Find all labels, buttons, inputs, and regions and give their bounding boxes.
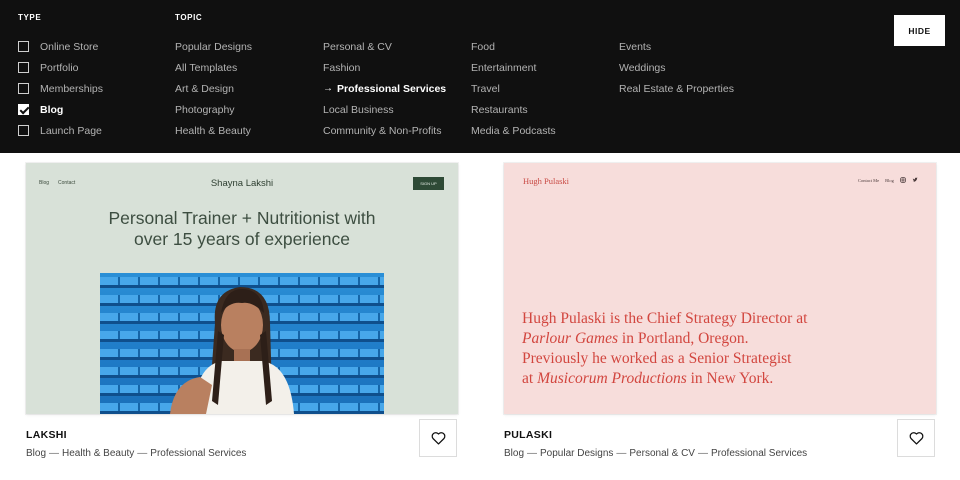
preview-nav-link: Contact Me (858, 177, 880, 183)
preview-bio-text: Hugh Pulaski is the Chief Strategy Direc… (522, 309, 852, 389)
topic-link-label: Professional Services (337, 82, 447, 95)
hide-filters-button[interactable]: HIDE (894, 15, 945, 46)
preview-bio-line: at Musicorum Productions in New York. (522, 369, 852, 389)
tag-separator: — (49, 448, 60, 459)
preview-bio-line: Previously he worked as a Senior Strateg… (522, 350, 792, 367)
arrow-right-icon: → (323, 83, 333, 94)
template-tag[interactable]: Personal & CV (629, 448, 695, 459)
type-heading: TYPE (18, 13, 42, 22)
template-tag[interactable]: Blog (26, 448, 46, 459)
template-name[interactable]: PULASKI (504, 429, 552, 441)
preview-headline-line: over 15 years of experience (134, 229, 350, 249)
template-tag[interactable]: Popular Designs (540, 448, 613, 459)
template-preview-pulaski[interactable]: Hugh Pulaski Contact Me Blog Hugh Pulask… (504, 163, 936, 414)
topic-column-1: Popular Designs All Templates Art & Desi… (175, 36, 252, 141)
preview-bio-line: Parlour Games in Portland, Oregon. (522, 329, 852, 349)
topic-column-4: Events Weddings Real Estate & Properties (619, 36, 734, 99)
preview-brand: Shayna Lakshi (210, 178, 274, 189)
heart-icon (431, 432, 445, 445)
topic-link[interactable]: Popular Designs (175, 36, 252, 57)
type-filter-blog[interactable]: Blog (18, 99, 103, 120)
heart-icon (909, 432, 923, 445)
checkbox[interactable] (18, 41, 29, 52)
template-tags: Blog — Popular Designs — Personal & CV — Profe… (504, 448, 807, 459)
tag-separator: — (527, 448, 538, 459)
topic-link[interactable]: Food (471, 36, 556, 57)
topic-link[interactable]: Community & Non-Profits (323, 120, 446, 141)
preview-bio-company: Parlour Games (522, 330, 619, 347)
type-filter-online-store[interactable]: Online Store (18, 36, 103, 57)
topic-link[interactable]: Photography (175, 99, 252, 120)
template-tag[interactable]: Blog (504, 448, 524, 459)
preview-brand: Hugh Pulaski (523, 176, 570, 186)
topic-heading: TOPIC (175, 13, 203, 22)
type-filter-list: Online Store Portfolio Memberships Blog … (18, 36, 103, 141)
checkbox[interactable] (18, 62, 29, 73)
checkbox[interactable] (18, 83, 29, 94)
instagram-icon (900, 177, 906, 183)
type-filter-label: Blog (40, 103, 64, 116)
topic-link[interactable]: Events (619, 36, 734, 57)
topic-link[interactable]: Travel (471, 78, 556, 99)
topic-link[interactable]: Personal & CV (323, 36, 446, 57)
favorite-button[interactable] (419, 419, 457, 457)
topic-column-3: Food Entertainment Travel Restaurants Me… (471, 36, 556, 141)
topic-column-2: Personal & CV Fashion → Professional Ser… (323, 36, 446, 141)
topic-link[interactable]: Fashion (323, 57, 446, 78)
person-illustration (170, 287, 294, 414)
tag-separator: — (697, 448, 708, 459)
topic-link[interactable]: Entertainment (471, 57, 556, 78)
type-filter-label: Portfolio (40, 61, 79, 74)
topic-link[interactable]: All Templates (175, 57, 252, 78)
preview-bio-company: Musicorum Productions (537, 370, 687, 387)
topic-link[interactable]: Media & Podcasts (471, 120, 556, 141)
tag-separator: — (616, 448, 627, 459)
topic-link[interactable]: Weddings (619, 57, 734, 78)
preview-signup-button: SIGN UP (413, 177, 444, 190)
preview-headline: Personal Trainer + Nutritionist with ove… (66, 208, 418, 250)
type-filter-memberships[interactable]: Memberships (18, 78, 103, 99)
checkbox[interactable] (18, 125, 29, 136)
preview-hero-photo (100, 273, 384, 414)
preview-bio-fragment: in Portland, Oregon. (618, 330, 749, 347)
template-name[interactable]: LAKSHI (26, 429, 67, 441)
topic-link[interactable]: Restaurants (471, 99, 556, 120)
topic-link-active[interactable]: → Professional Services (323, 78, 446, 99)
preview-nav-link: Blog (885, 177, 894, 183)
tag-separator: — (137, 448, 148, 459)
type-filter-label: Online Store (40, 40, 99, 53)
preview-bio-fragment: at (522, 370, 538, 387)
type-filter-label: Launch Page (40, 124, 102, 137)
template-tag[interactable]: Professional Services (150, 448, 246, 459)
preview-bio-fragment: in New York. (686, 370, 774, 387)
template-tag[interactable]: Professional Services (711, 448, 807, 459)
twitter-icon (912, 177, 918, 182)
type-filter-launch-page[interactable]: Launch Page (18, 120, 103, 141)
favorite-button[interactable] (897, 419, 935, 457)
preview-nav: Contact Me Blog (858, 177, 918, 183)
type-filter-label: Memberships (40, 82, 104, 95)
checkmark-icon[interactable] (18, 104, 29, 115)
type-filter-portfolio[interactable]: Portfolio (18, 57, 103, 78)
topic-link[interactable]: Local Business (323, 99, 446, 120)
topic-link[interactable]: Art & Design (175, 78, 252, 99)
topic-link[interactable]: Health & Beauty (175, 120, 252, 141)
template-card-lakshi: Blog Contact Shayna Lakshi SIGN UP Perso… (26, 163, 458, 459)
template-preview-lakshi[interactable]: Blog Contact Shayna Lakshi SIGN UP Perso… (26, 163, 458, 414)
preview-headline-line: Personal Trainer + Nutritionist with (108, 208, 376, 228)
template-card-pulaski: Hugh Pulaski Contact Me Blog Hugh Pulask… (504, 163, 936, 459)
template-tags: Blog — Health & Beauty — Professional Servic… (26, 448, 246, 459)
template-filter-panel: TYPE TOPIC Online Store Portfolio Member… (0, 0, 960, 153)
template-tag[interactable]: Health & Beauty (62, 448, 134, 459)
preview-bio-line: Hugh Pulaski is the Chief Strategy Direc… (522, 310, 808, 327)
topic-link[interactable]: Real Estate & Properties (619, 78, 734, 99)
